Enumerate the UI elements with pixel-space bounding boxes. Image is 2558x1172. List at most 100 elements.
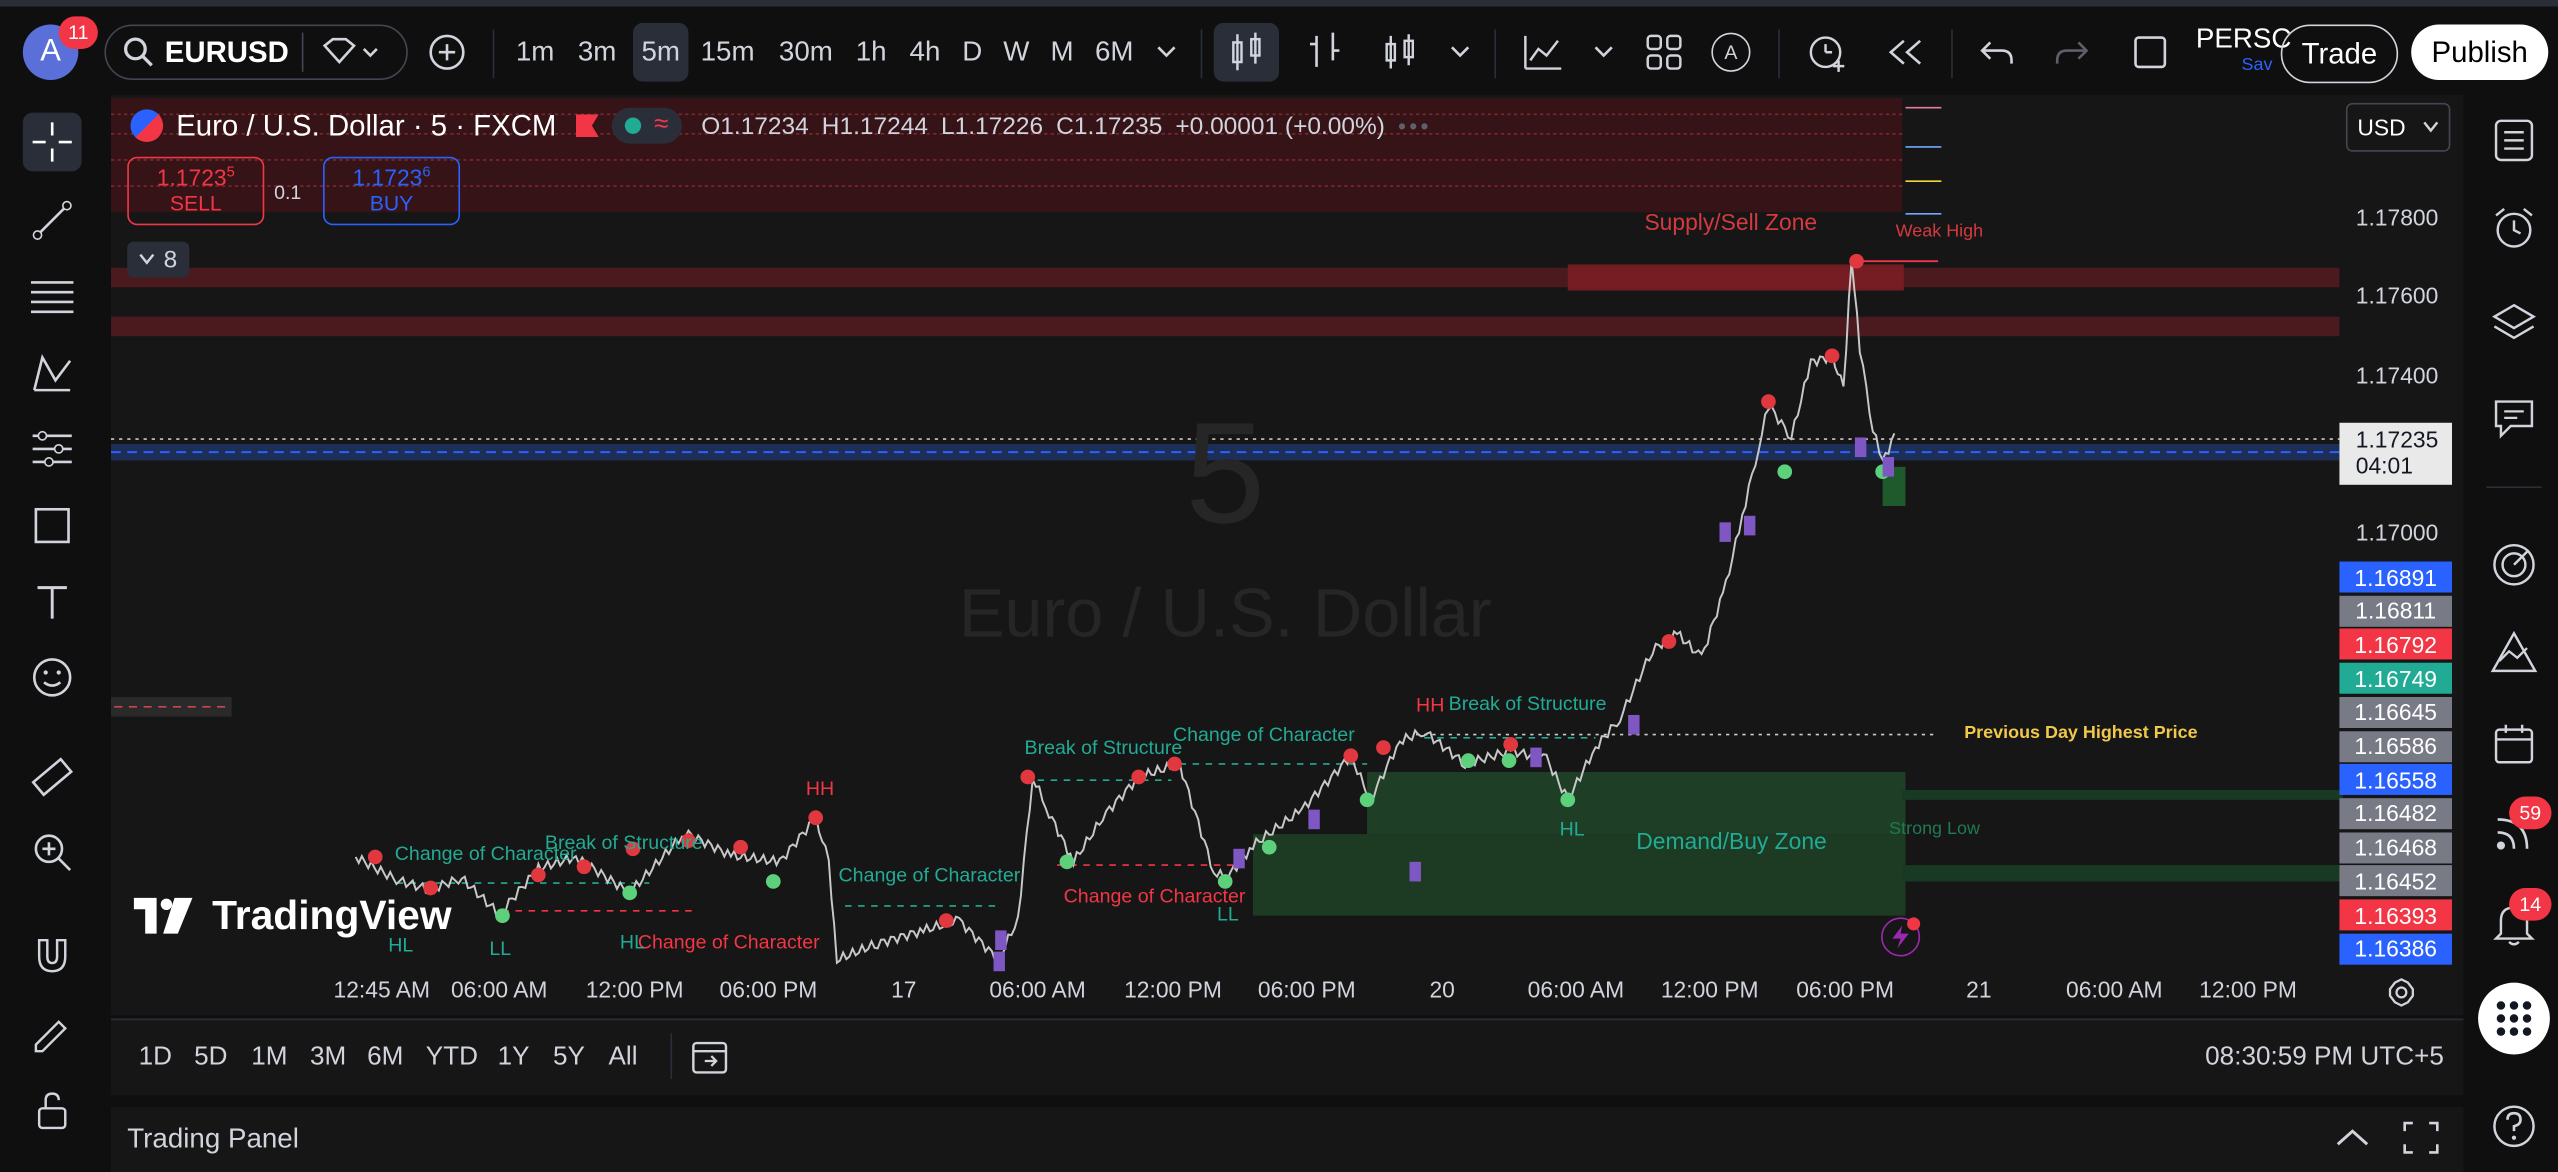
more-dots-icon[interactable]: ••• [1398,113,1432,139]
help-icon [2493,1105,2535,1148]
interval-5m[interactable]: 5m [632,22,689,82]
layout-button[interactable] [1635,23,1694,82]
flag-icon [130,109,164,143]
range-5d[interactable]: 5D [194,1043,227,1072]
chart-type-dropdown[interactable] [1439,23,1481,82]
ideas-button[interactable] [2485,624,2544,683]
chat-button[interactable] [2485,388,2544,447]
sell-button[interactable]: 1.17235 SELL [127,156,265,226]
strong-low-label: Strong Low [1889,819,1980,840]
range-3m[interactable]: 3M [310,1043,346,1072]
alarm-clock-icon [2495,207,2533,248]
diamond-icon[interactable] [318,36,383,69]
goto-date-button[interactable] [688,1037,734,1088]
shapes-tool[interactable] [23,496,82,555]
interval-6m[interactable]: 6M [1090,23,1139,82]
undo-button[interactable] [1967,23,2026,82]
range-ytd[interactable]: YTD [426,1043,478,1072]
pattern-tool[interactable] [23,344,82,403]
hotlist-button[interactable] [2485,535,2544,594]
zoom-tool[interactable] [23,823,82,882]
redo-icon [2055,41,2089,64]
interval-15m[interactable]: 15m [695,23,760,82]
low-label: L [941,111,955,140]
interval-d[interactable]: D [956,23,989,82]
pattern-icon [32,354,72,392]
maximize-icon [2403,1121,2439,1154]
interval-1m[interactable]: 1m [509,23,561,82]
trade-button[interactable]: Trade [2280,24,2399,84]
indicators-dropdown[interactable] [1582,23,1624,82]
fib-tool[interactable] [23,268,82,327]
imbalance-marker [1233,848,1245,869]
fullscreen-button[interactable] [2121,23,2180,82]
swing-low-marker [1777,464,1793,480]
range-1y[interactable]: 1Y [498,1043,530,1072]
range-1m[interactable]: 1M [251,1043,287,1072]
market-status-pill[interactable]: ≈ [611,107,682,144]
interval-30m[interactable]: 30m [773,23,838,82]
flag-marker-icon[interactable] [575,114,599,138]
buy-button[interactable]: 1.17236 BUY [323,156,461,226]
chart-pane[interactable]: 5 Euro / U.S. Dollar Euro / U.S. Dollar … [110,94,2464,1016]
indicators-toggle[interactable]: 8 [127,241,190,278]
calendar-range-icon [692,1041,728,1074]
clock-timezone[interactable]: 08:30:59 PM UTC+5 [2205,1043,2444,1072]
trend-line-tool[interactable] [23,191,82,250]
object-tree-button[interactable] [2485,294,2544,353]
trading-panel-title[interactable]: Trading Panel [127,1123,299,1156]
time-tick: 06:00 AM [2066,976,2163,1003]
measure-tool[interactable] [23,748,82,807]
currency-selector[interactable]: USD [2345,102,2451,152]
bar-chart-type-button[interactable] [1295,23,1354,82]
range-6m[interactable]: 6M [367,1043,403,1072]
tradingview-logo[interactable]: TradingView [133,893,452,940]
axis-settings-button[interactable] [2385,976,2418,1015]
chart-canvas[interactable]: 5 Euro / U.S. Dollar [110,95,2463,1016]
range-all[interactable]: All [609,1043,638,1072]
collapse-panel-button[interactable] [2333,1123,2372,1161]
account-name[interactable]: PERSC [2196,23,2292,56]
watchlist-button[interactable] [2485,111,2544,170]
symbol-title[interactable]: Euro / U.S. Dollar · 5 · FXCM [176,109,556,143]
right-sidebar: 59 14 [2469,94,2558,1172]
interval-1h[interactable]: 1h [848,23,894,82]
price-marker: 1.16482 [2339,798,2452,830]
interval-w[interactable]: W [998,23,1034,82]
replay-button[interactable] [1876,23,1935,82]
lock-tool[interactable] [23,1081,82,1140]
maximize-panel-button[interactable] [2401,1120,2440,1164]
alert-button[interactable]: A [1706,23,1755,82]
weak-high-label: Weak High [1895,221,1984,242]
time-tick: 17 [891,976,917,1003]
range-1d[interactable]: 1D [139,1043,172,1072]
trade-label: Trade [2301,36,2378,70]
interval-m[interactable]: M [1044,23,1080,82]
add-symbol-button[interactable] [421,23,473,82]
forecast-tool[interactable] [23,420,82,479]
time-tick: 12:45 AM [333,976,431,1003]
indicators-button[interactable] [1511,23,1576,82]
symbol-search[interactable]: EURUSD [104,24,408,80]
crosshair-tool[interactable] [22,112,82,172]
interval-4h[interactable]: 4h [904,23,946,82]
drawing-mode-tool[interactable] [23,1002,82,1061]
publish-button[interactable]: Publish [2411,24,2549,80]
help-button[interactable] [2485,1097,2544,1156]
create-alert-button[interactable] [1798,23,1857,82]
intervals-dropdown[interactable] [1145,23,1187,82]
calendar-button[interactable] [2485,715,2544,774]
order-quantity[interactable]: 0.1 [274,181,301,204]
alerts-button[interactable] [2485,199,2544,258]
magnet-tool[interactable] [23,927,82,986]
text-tool[interactable] [23,573,82,632]
apps-button[interactable] [2478,982,2550,1055]
hollow-candles-button[interactable] [1370,23,1429,82]
swing-low-marker [1261,839,1277,855]
emoji-tool[interactable] [23,648,82,707]
range-5y[interactable]: 5Y [553,1043,585,1072]
imbalance-marker [993,951,1005,972]
redo-button[interactable] [2043,23,2102,82]
candles-chart-type-button[interactable] [1213,22,1280,82]
interval-3m[interactable]: 3m [571,23,623,82]
